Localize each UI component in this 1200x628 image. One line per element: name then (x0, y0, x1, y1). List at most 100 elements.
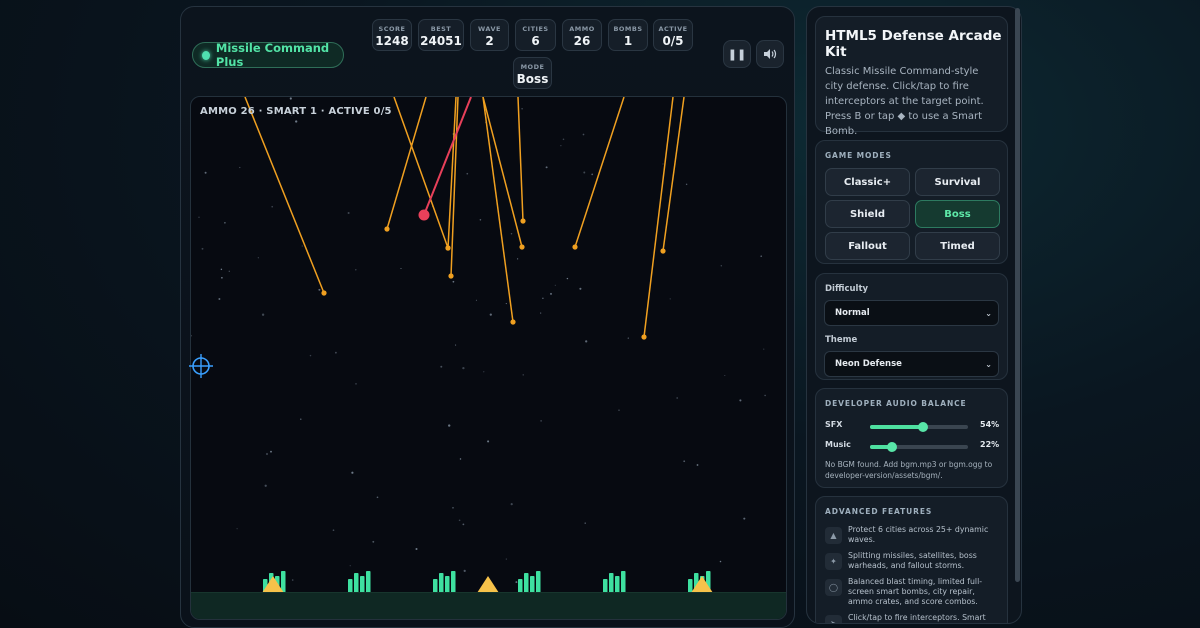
stat-wave: WAVE 2 (470, 19, 509, 51)
stat-cities: CITIES 6 (515, 19, 556, 51)
mode-button-classic[interactable]: Classic+ (825, 168, 910, 196)
star (239, 166, 241, 169)
stat-value: 1248 (375, 34, 409, 48)
stat-best: BEST 24051 (418, 19, 464, 51)
feature-text: Click/tap to fire interceptors. Smart Bo… (848, 613, 986, 622)
star (289, 97, 292, 100)
missile-trail (662, 97, 685, 252)
star (669, 298, 671, 300)
sfx-slider[interactable] (870, 422, 968, 432)
star (510, 232, 513, 235)
sound-button[interactable] (756, 40, 784, 68)
star (743, 517, 746, 520)
theme-label: Theme (825, 335, 858, 345)
stat-label: MODE (520, 63, 545, 71)
app-title-badge: Missile Command Plus (192, 41, 344, 69)
star (676, 397, 679, 399)
star (554, 284, 556, 286)
mode-button-timed[interactable]: Timed (915, 232, 1000, 260)
city-building (366, 571, 371, 593)
hud-readout: AMMO 26 · SMART 1 · ACTIVE 0/5 (200, 106, 392, 117)
star (458, 519, 461, 522)
star (462, 523, 465, 526)
missile-warhead (660, 248, 666, 254)
feature-item: ✦ Splitting missiles, satellites, boss w… (825, 551, 1001, 571)
missile-warhead (519, 244, 525, 250)
stat-value: 0/5 (662, 34, 684, 48)
game-canvas[interactable]: AMMO 26 · SMART 1 · ACTIVE 0/5 (190, 96, 787, 620)
missile-warhead (384, 226, 390, 232)
star (228, 270, 230, 272)
missile-trail (244, 97, 325, 294)
side-panel-scrollbar[interactable] (1015, 8, 1020, 582)
mode-grid: Classic+ Survival Shield Boss Fallout Ti… (825, 168, 1007, 260)
city-building (439, 573, 444, 593)
music-label: Music (825, 440, 851, 449)
city-building (536, 571, 541, 593)
difficulty-label: Difficulty (825, 284, 869, 294)
star (400, 267, 402, 270)
star (332, 529, 335, 532)
game-field[interactable] (191, 97, 787, 620)
stat-value: 26 (573, 34, 591, 48)
star (560, 145, 562, 147)
missile-silo (477, 576, 499, 593)
theme-select[interactable]: Neon Defense ⌄ (824, 351, 999, 377)
missile-trail (517, 97, 524, 222)
city-building (445, 576, 450, 593)
star (220, 268, 223, 271)
game-panel: Missile Command Plus SCORE 1248 BEST 240… (180, 6, 795, 628)
mode-button-shield[interactable]: Shield (825, 200, 910, 228)
star (549, 292, 553, 295)
missile-trail (482, 97, 523, 248)
star (448, 424, 451, 427)
audio-heading: DEVELOPER AUDIO BALANCE (825, 399, 967, 408)
boss-trail (423, 97, 472, 216)
satellite-icon: ✦ (825, 553, 842, 570)
star (566, 277, 569, 280)
star (584, 522, 586, 524)
mode-button-fallout[interactable]: Fallout (825, 232, 910, 260)
star (764, 394, 766, 397)
star (271, 205, 274, 208)
star (540, 312, 542, 314)
star (221, 276, 223, 279)
stat-label: WAVE (478, 25, 501, 33)
intro-card: HTML5 Defense Arcade Kit Classic Missile… (815, 16, 1008, 137)
mode-button-survival[interactable]: Survival (915, 168, 1000, 196)
city-building (348, 579, 353, 593)
star (562, 138, 565, 141)
star (455, 344, 457, 346)
star (351, 471, 354, 474)
stat-value: 1 (623, 34, 633, 48)
stat-label: BOMBS (613, 25, 643, 33)
star (201, 247, 204, 250)
crosshair-icon[interactable] (189, 354, 213, 378)
star (540, 420, 542, 422)
game-modes-heading: GAME MODES (825, 151, 892, 160)
star (505, 558, 507, 560)
stat-score: SCORE 1248 (372, 19, 412, 51)
mode-button-boss[interactable]: Boss (915, 200, 1000, 228)
audio-card: DEVELOPER AUDIO BALANCE SFX 54% Music 22… (815, 388, 1008, 488)
city-building (621, 571, 626, 593)
stat-label: BEST (430, 25, 452, 33)
star (347, 211, 350, 215)
star (452, 280, 455, 283)
star (521, 108, 523, 110)
stat-value: 2 (485, 34, 494, 48)
pause-button[interactable]: ❚❚ (723, 40, 751, 68)
kit-description: Classic Missile Command-style city defen… (825, 66, 984, 137)
shield-icon: ◯ (825, 579, 842, 596)
star (685, 183, 688, 186)
sfx-slider-handle[interactable] (917, 422, 928, 432)
star (582, 133, 585, 136)
stat-label: ACTIVE (658, 25, 688, 33)
missile-trail (643, 97, 674, 338)
music-slider[interactable] (870, 442, 968, 452)
difficulty-select[interactable]: Normal ⌄ (824, 300, 999, 326)
kit-title: HTML5 Defense Arcade Kit (825, 28, 1002, 60)
star (452, 506, 454, 509)
music-slider-handle[interactable] (886, 442, 897, 452)
star (463, 569, 466, 573)
